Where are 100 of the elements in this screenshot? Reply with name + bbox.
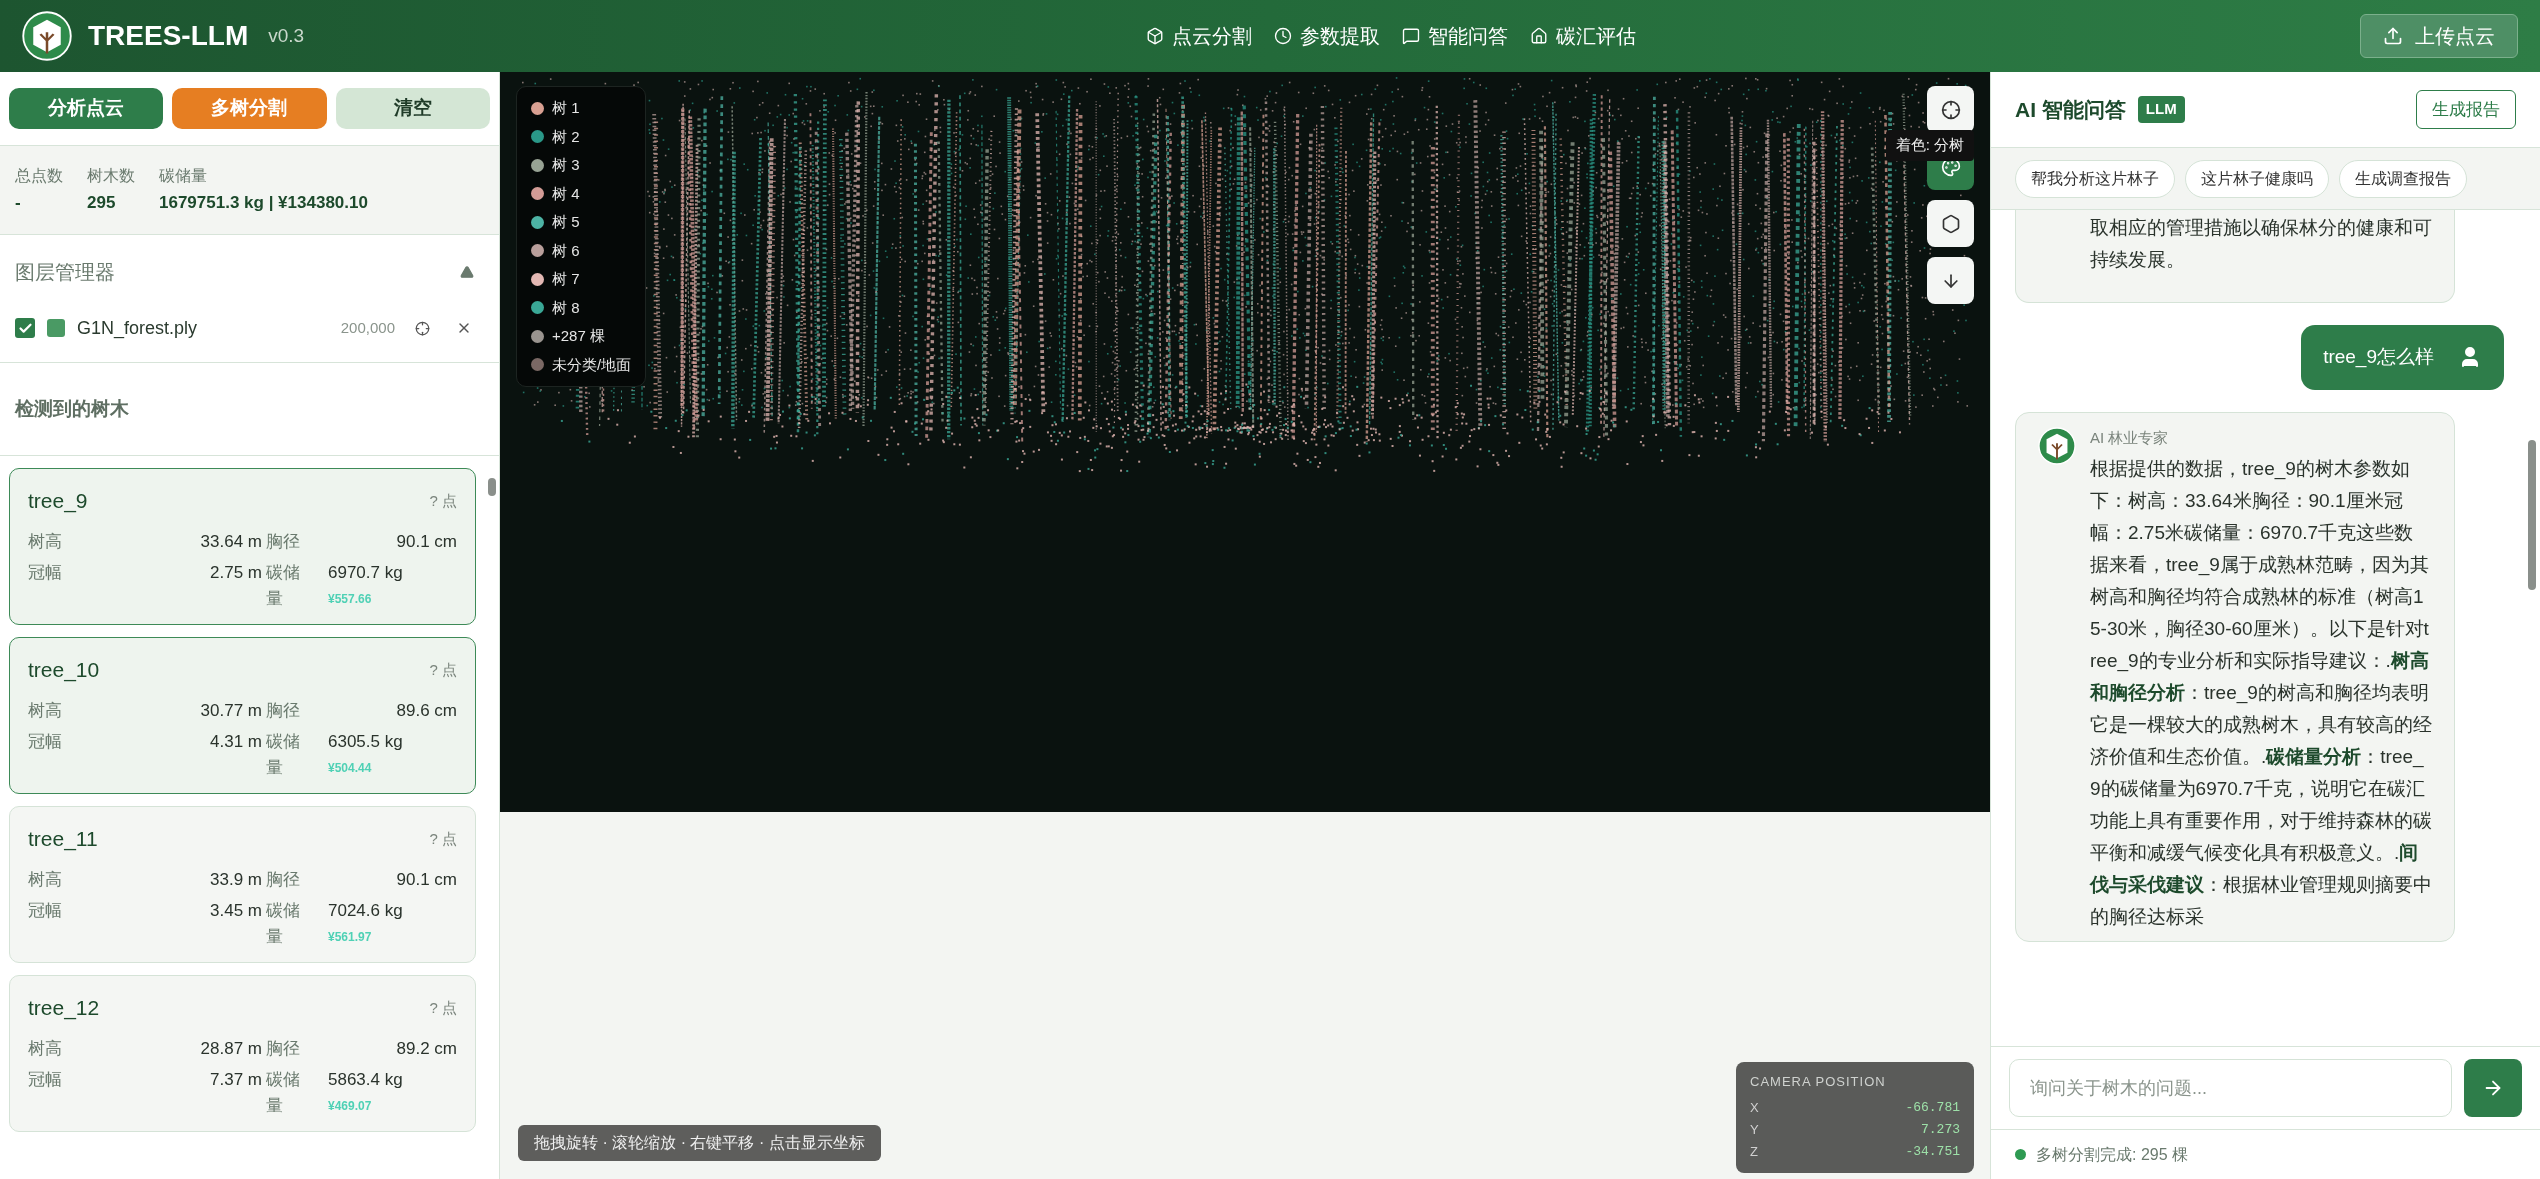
hexagon-icon — [1940, 213, 1961, 234]
legend-label: 树 5 — [552, 212, 580, 232]
legend-label: 树 3 — [552, 155, 580, 175]
nav-link[interactable]: 点云分割 — [1146, 21, 1252, 51]
param-value: 33.9 m — [209, 868, 262, 891]
tree-card[interactable]: tree_9 ? 点 树高 33.64 m 胸径 90.1 cm 冠幅 2.75 m 碳储量 6970.7 kg ¥557.66 — [9, 468, 476, 625]
camera-title: CAMERA POSITION — [1750, 1072, 1887, 1091]
sender-name: AI 林业专家 — [2090, 427, 2170, 448]
tree-name: tree_9 — [28, 488, 88, 515]
ai-message-text: 根据提供的数据，tree_9的树木参数如下：树高：33.64米胸径：90.1厘米冠幅：2.75米碳储量：6970.7千克这些数据来看，tree_9属于成熟林范畴，因为其树高和胸径均符合成熟林的标准（树高15-30米，胸径30-60厘米）。以下是针对tree_9的专业分析和实际指导建议：.树高和胸径分析：tree_9的树高和胸径均表明它是一棵较大的成熟树木，具有较高的经济价值和生态价值。.碳储量分析：tree_9的碳储量为6970.7千克，说明它在碳汇功能上具有重要作用，对于维持森林的碳平衡和减缓气候变化具有积极意义。.间伐与采伐建议：根据林业管理规则摘要中的胸径达标采 — [2090, 457, 2432, 929]
action-button[interactable]: 分析点云 — [9, 88, 164, 129]
layer-manager-title: 图层管理器 — [15, 259, 115, 285]
target-icon — [1940, 99, 1961, 120]
param-label: 碳储量 — [266, 900, 301, 948]
target-icon[interactable] — [415, 320, 430, 336]
param-value: 89.2 cm — [395, 1037, 457, 1060]
price-value: ¥557.66 — [328, 590, 373, 608]
app-version: v0.3 — [268, 23, 305, 48]
param-value: 7024.6 kg — [328, 900, 404, 922]
price-value: ¥469.07 — [328, 1097, 373, 1115]
param-label: 树高 — [28, 868, 63, 891]
stat-label: 碳储量 — [159, 166, 208, 186]
send-button[interactable] — [2464, 1059, 2522, 1117]
tree-name: tree_10 — [28, 657, 100, 684]
tree-point-count: ? 点 — [429, 997, 457, 1018]
layer-name: G1N_forest.ply — [77, 316, 198, 341]
param-value: 6970.7 kg — [328, 562, 404, 584]
legend-label: 未分类/地面 — [552, 354, 632, 375]
viewer-tool-button[interactable] — [1927, 200, 1974, 247]
param-label: 冠幅 — [28, 731, 63, 753]
legend-label: 树 6 — [552, 240, 580, 261]
stat-label: 总点数 — [15, 166, 63, 186]
price-value: ¥504.44 — [328, 759, 373, 777]
param-value: 33.64 m — [199, 530, 262, 553]
user-message-text: tree_9怎么样 — [2323, 345, 2434, 370]
param-label: 胸径 — [266, 1037, 301, 1060]
param-value: 7.37 m — [209, 1069, 262, 1091]
upload-button[interactable]: 上传点云 — [2360, 14, 2518, 58]
axis-label: Y — [1750, 1121, 1759, 1139]
tree-name: tree_11 — [28, 826, 98, 853]
param-value: 5863.4 kg — [328, 1069, 404, 1091]
suggestion-chip[interactable]: 生成调查报告 — [2339, 159, 2467, 198]
axis-label: Z — [1750, 1143, 1758, 1161]
suggestion-chip[interactable]: 帮我分析这片林子 — [2015, 159, 2175, 198]
collapse-icon[interactable] — [460, 264, 474, 279]
upload-icon — [2383, 26, 2403, 46]
param-value: 4.31 m — [209, 731, 262, 753]
llm-badge: LLM — [2137, 96, 2185, 123]
tree-card[interactable]: tree_10 ? 点 树高 30.77 m 胸径 89.6 cm 冠幅 4.31 m 碳储量 6305.5 kg ¥504.44 — [9, 637, 476, 794]
tooltip: 着色: 分树 — [1885, 130, 1974, 161]
viewer-tool-button[interactable] — [1927, 257, 1974, 304]
param-value: 28.87 m — [199, 1037, 262, 1060]
param-label: 树高 — [28, 530, 63, 553]
hint-pill: 拖拽旋转 · 滚轮缩放 · 右键平移 · 点击显示坐标 — [518, 1125, 881, 1161]
stat-value: - — [15, 192, 22, 214]
param-label: 树高 — [28, 1037, 63, 1060]
param-value: 2.75 m — [209, 562, 262, 584]
param-label: 树高 — [28, 699, 63, 722]
tree-point-count: ? 点 — [429, 490, 457, 511]
nav-link[interactable]: 参数提取 — [1274, 21, 1380, 51]
clock-icon — [1274, 27, 1292, 45]
status-text: 多树分割完成: 295 棵 — [2036, 1144, 2189, 1165]
param-label: 冠幅 — [28, 1069, 63, 1091]
stat-value: 295 — [87, 192, 117, 214]
layer-checkbox[interactable] — [15, 318, 35, 338]
viewer-canvas[interactable]: 树 1 树 2 树 3 树 4 树 5 树 6 树 7 树 8 +287 棵 未分类/地面 着色: 分树 — [500, 72, 1990, 812]
tree-card[interactable]: tree_12 ? 点 树高 28.87 m 胸径 89.2 cm 冠幅 7.37 m 碳储量 5863.4 kg ¥469.07 — [9, 975, 476, 1132]
app-title: TREES-LLM — [88, 19, 249, 53]
tree-name: tree_12 — [28, 995, 100, 1022]
chat-title: AI 智能问答 — [2015, 96, 2126, 123]
expert-avatar-icon — [2038, 426, 2076, 465]
param-label: 胸径 — [266, 530, 301, 553]
legend-label: 树 2 — [552, 126, 580, 147]
axis-label: X — [1750, 1099, 1759, 1117]
home-icon — [1530, 27, 1548, 45]
layer-point-count: 200,000 — [340, 317, 395, 338]
generate-report-button[interactable]: 生成报告 — [2416, 89, 2516, 130]
tree-point-count: ? 点 — [429, 828, 457, 849]
action-button[interactable]: 清空 — [335, 88, 490, 129]
param-label: 冠幅 — [28, 900, 63, 922]
param-value: 89.6 cm — [395, 699, 457, 722]
legend-label: 树 4 — [552, 183, 580, 204]
legend-label: +287 棵 — [552, 326, 605, 346]
stat-value: 1679751.3 kg | ¥134380.10 — [159, 192, 368, 214]
nav-link[interactable]: 碳汇评估 — [1530, 21, 1636, 51]
param-label: 胸径 — [266, 699, 301, 722]
price-value: ¥561.97 — [328, 928, 373, 946]
param-value: 90.1 cm — [395, 530, 457, 553]
param-value: 30.77 m — [199, 699, 262, 722]
trees-section-title: 检测到的树木 — [15, 397, 129, 419]
message-icon — [1402, 27, 1420, 45]
param-value: 90.1 cm — [395, 868, 457, 891]
viewer-tool-button[interactable] — [1927, 86, 1974, 133]
question-input[interactable]: 询问关于树木的问题... — [2009, 1059, 2452, 1117]
nav-link[interactable]: 智能问答 — [1402, 21, 1508, 51]
suggestion-chip[interactable]: 这片林子健康吗 — [2185, 159, 2329, 198]
param-label: 碳储量 — [266, 731, 301, 779]
param-value: 6305.5 kg — [328, 731, 404, 753]
legend-label: 树 7 — [552, 269, 580, 289]
tree-card[interactable]: tree_11 ? 点 树高 33.9 m 胸径 90.1 cm 冠幅 3.45 m 碳储量 7024.6 kg ¥561.97 — [9, 806, 476, 963]
